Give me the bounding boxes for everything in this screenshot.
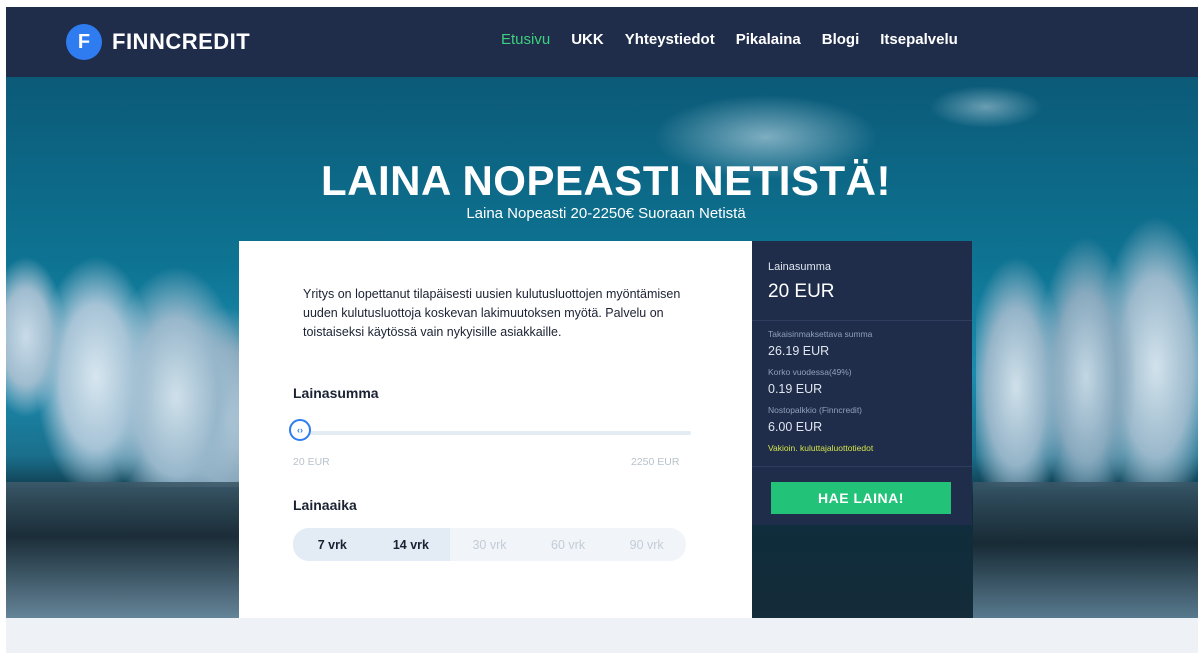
nav-link-etusivu[interactable]: Etusivu [501,31,550,48]
summary-divider-bottom [752,466,972,467]
hero-trees-left [6,187,246,487]
loan-summary-panel: Lainasumma 20 EUR Takaisinmaksettava sum… [752,241,972,525]
amount-label: Lainasumma [293,385,379,401]
nav-link-itsepalvelu[interactable]: Itsepalvelu [880,31,958,48]
summary-divider [752,320,972,321]
slider-max-label: 2250 EUR [631,456,680,468]
repay-total-value: 26.19 EUR [768,344,830,358]
term-selector: 7 vrk 14 vrk 30 vrk 60 vrk 90 vrk [293,528,686,561]
slider-arrows-icon: ‹› [297,425,303,435]
hero-subtitle: Laina Nopeasti 20-2250€ Suoraan Netistä [466,205,746,222]
top-navbar: F FINNCREDIT Etusivu UKK Yhteystiedot Pi… [6,7,1198,77]
interest-value: 0.19 EUR [768,382,823,396]
term-option-60[interactable]: 60 vrk [529,528,608,561]
page-frame: F FINNCREDIT Etusivu UKK Yhteystiedot Pi… [6,7,1198,653]
nav-link-ukk[interactable]: UKK [571,31,604,48]
brand-logo[interactable]: F FINNCREDIT [66,23,250,61]
hero-title: LAINA NOPEASTI NETISTÄ! [321,157,891,204]
repay-total-label: Takaisinmaksettava summa [768,329,873,339]
main-menu: Etusivu UKK Yhteystiedot Pikalaina Blogi… [501,31,979,48]
amount-slider-track[interactable] [301,431,691,435]
loan-form-card: Yritys on lopettanut tilapäisesti uusien… [239,241,752,618]
term-option-30[interactable]: 30 vrk [450,528,529,561]
fee-label: Nostopalkkio (Finncredit) [768,405,863,415]
apply-loan-button[interactable]: HAE LAINA! [771,482,951,514]
brand-name: FINNCREDIT [112,29,251,54]
summary-amount-value: 20 EUR [768,281,835,302]
logo-badge-icon: F [66,24,102,60]
slider-min-label: 20 EUR [293,456,330,468]
summary-amount-label: Lainasumma [768,261,831,273]
credit-info-link[interactable]: Vakioin. kuluttajaluottotiedot [768,443,873,453]
nav-link-pikalaina[interactable]: Pikalaina [736,31,801,48]
term-label: Lainaaika [293,497,357,513]
term-option-90[interactable]: 90 vrk [607,528,686,561]
term-option-7[interactable]: 7 vrk [293,528,372,561]
nav-link-yhteystiedot[interactable]: Yhteystiedot [625,31,715,48]
hero-lake-right [973,482,1198,618]
term-option-14[interactable]: 14 vrk [371,528,451,561]
amount-slider-handle[interactable]: ‹› [289,419,311,441]
hero-lake-left [6,482,246,618]
service-notice: Yritys on lopettanut tilapäisesti uusien… [303,287,681,339]
interest-label: Korko vuodessa(49%) [768,367,852,377]
fee-value: 6.00 EUR [768,420,823,434]
hero-trees-right [976,197,1198,487]
nav-link-blogi[interactable]: Blogi [822,31,860,48]
